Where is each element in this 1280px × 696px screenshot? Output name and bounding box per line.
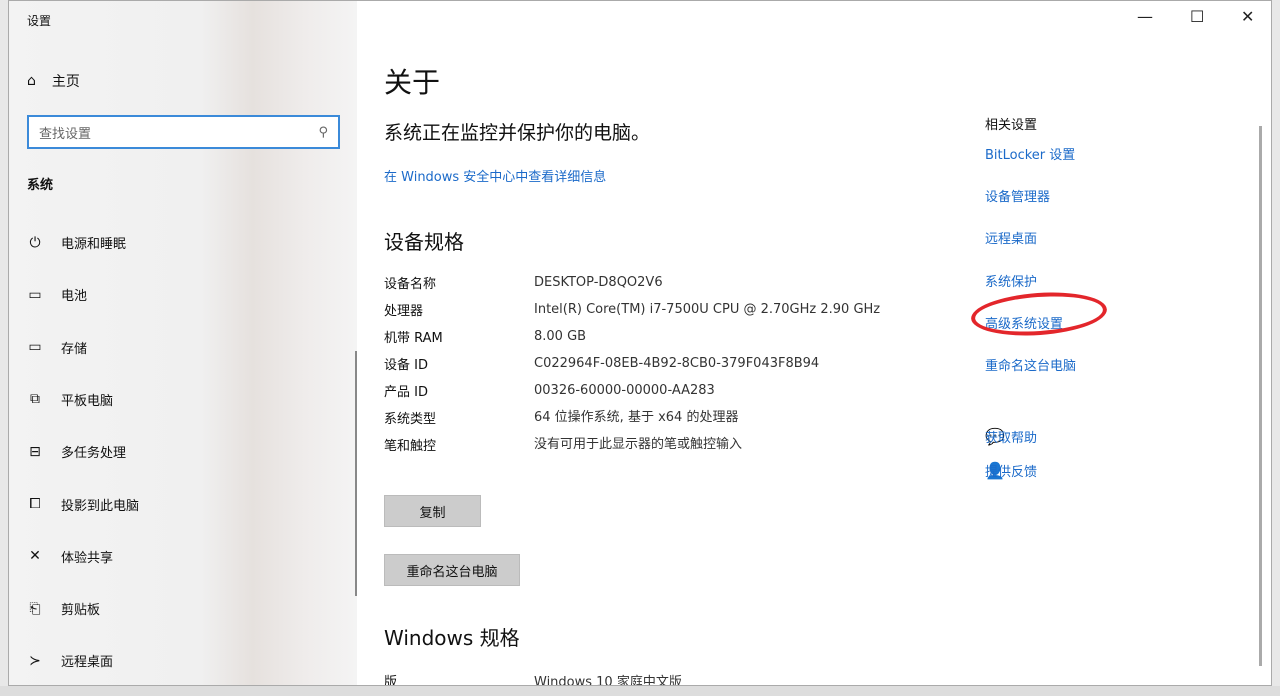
search-placeholder: 查找设置	[39, 126, 92, 142]
minimize-button[interactable]: —	[1137, 7, 1153, 26]
spec-row: 设备 ID C022964F-08EB-4B92-8CB0-379F043F8B9…	[384, 354, 884, 381]
spec-row: 设备名称 DESKTOP-D8QO2V6	[384, 273, 884, 300]
sidebar-item[interactable]: ▭ 电池	[27, 285, 88, 305]
feedback-link[interactable]: 👤 提供反馈	[985, 461, 1037, 480]
windows-spec-title: Windows 规格	[384, 626, 520, 650]
spec-label: 设备名称	[384, 277, 437, 292]
sidebar-item-label: 投影到此电脑	[61, 498, 140, 514]
spec-value: 64 位操作系统, 基于 x64 的处理器	[534, 410, 739, 425]
battery-icon: ▭	[28, 286, 42, 303]
multitasking-icon: ⊟	[29, 443, 41, 460]
related-link[interactable]: 系统保护	[985, 271, 1037, 290]
spec-value: C022964F-08EB-4B92-8CB0-379F043F8B94	[534, 356, 820, 371]
edition-label: 版本	[384, 675, 398, 686]
protection-status: 系统正在监控并保护你的电脑。	[384, 122, 651, 144]
related-link[interactable]: 设备管理器	[985, 186, 1050, 205]
feedback-label: 提供反馈	[985, 465, 1038, 480]
copy-button[interactable]: 复制	[384, 495, 481, 527]
sidebar-item[interactable]: ≻ 远程桌面	[27, 651, 114, 671]
spec-row: 机带 RAM 8.00 GB	[384, 327, 884, 354]
spec-label: 系统类型	[384, 412, 437, 427]
spec-value: Intel(R) Core(TM) i7-7500U CPU @ 2.70GHz…	[534, 302, 881, 317]
spec-value: 00326-60000-00000-AA283	[534, 383, 715, 398]
background-window-strip	[0, 686, 1280, 696]
maximize-button[interactable]: ☐	[1190, 7, 1204, 26]
sidebar-item[interactable]: ⏻ 电源和睡眠	[27, 233, 127, 253]
related-link[interactable]: BitLocker 设置	[985, 144, 1075, 163]
security-center-link[interactable]: 在 Windows 安全中心中查看详细信息	[384, 166, 606, 185]
related-title: 相关设置	[985, 118, 1038, 133]
main-scrollbar[interactable]	[1259, 126, 1262, 666]
related-link[interactable]: 重命名这台电脑	[985, 355, 1076, 374]
search-icon: ⚲	[318, 124, 328, 140]
home-icon: ⌂	[27, 73, 36, 89]
spec-value: 没有可用于此显示器的笔或触控输入	[534, 437, 743, 452]
sidebar-item-label: 存储	[61, 341, 88, 357]
sidebar-item-label: 平板电脑	[61, 393, 114, 409]
sidebar-item[interactable]: ✕ 体验共享	[27, 547, 113, 566]
sidebar-scrollbar[interactable]	[355, 351, 357, 596]
shared-experiences-icon: ✕	[29, 548, 41, 565]
tablet-icon: ⧉	[30, 391, 40, 408]
sidebar-item-label: 多任务处理	[61, 446, 127, 462]
related-link[interactable]: 远程桌面	[985, 228, 1037, 247]
sidebar: 设置 ⌂ 主页 查找设置 ⚲ 系统 ⏻ 电源和睡眠 ▭ 电池 ▭ 存储 ⧉ 平板电脑 ⊟ 多任务处理 ⧠…	[9, 1, 357, 685]
sidebar-item[interactable]: ⊟ 多任务处理	[27, 442, 127, 462]
sidebar-item[interactable]: ▭ 存储	[27, 338, 87, 357]
spec-row: 笔和触控 没有可用于此显示器的笔或触控输入	[384, 435, 884, 462]
spec-label: 笔和触控	[384, 439, 437, 454]
sidebar-item-label: 电源和睡眠	[61, 237, 127, 252]
sidebar-item-label: 电池	[61, 289, 88, 305]
sidebar-item-label: 远程桌面	[61, 655, 114, 671]
sidebar-item[interactable]: ⎗ 剪贴板	[27, 599, 101, 619]
spec-label: 机带 RAM	[384, 331, 443, 346]
spec-label: 产品 ID	[384, 385, 428, 400]
sidebar-item-home[interactable]: ⌂ 主页	[27, 71, 80, 91]
clipboard-icon: ⎗	[29, 600, 41, 617]
home-label: 主页	[51, 74, 80, 90]
project-icon: ⧠	[29, 496, 41, 512]
device-spec-title: 设备规格	[384, 230, 464, 254]
sidebar-item[interactable]: ⧉ 平板电脑	[27, 390, 113, 409]
section-heading: 系统	[27, 178, 54, 193]
remote-desktop-icon: ≻	[29, 652, 41, 669]
spec-table: 设备名称 DESKTOP-D8QO2V6 处理器 Intel(R) Core(TM) …	[384, 273, 884, 462]
red-annotation-circle	[969, 288, 1109, 340]
spec-value: 8.00 GB	[534, 329, 587, 344]
rename-pc-button[interactable]: 重命名这台电脑	[384, 554, 520, 586]
power-icon: ⏻	[29, 234, 41, 251]
sidebar-item-label: 剪贴板	[61, 603, 101, 619]
edition-value: Windows 10 家庭中文版	[534, 675, 682, 686]
help-label: 获取帮助	[985, 431, 1038, 446]
search-input[interactable]: 查找设置 ⚲	[27, 115, 340, 149]
storage-icon: ▭	[28, 339, 42, 356]
sidebar-item[interactable]: ⧠ 投影到此电脑	[27, 495, 139, 514]
settings-window: 设置 ⌂ 主页 查找设置 ⚲ 系统 ⏻ 电源和睡眠 ▭ 电池 ▭ 存储 ⧉ 平板电脑 ⊟ 多任务处理 ⧠…	[8, 0, 1272, 686]
spec-row: 处理器 Intel(R) Core(TM) i7-7500U CPU @ 2.70…	[384, 300, 884, 327]
window-title: 设置	[27, 14, 52, 28]
spec-value: DESKTOP-D8QO2V6	[534, 275, 663, 290]
spec-label: 设备 ID	[384, 358, 428, 373]
page-title: 关于	[384, 66, 441, 99]
close-button[interactable]: ✕	[1241, 7, 1254, 26]
get-help-link[interactable]: 💬 获取帮助	[985, 427, 1037, 446]
spec-row: 系统类型 64 位操作系统, 基于 x64 的处理器	[384, 408, 884, 435]
sidebar-item-label: 体验共享	[61, 550, 114, 566]
spec-label: 处理器	[384, 304, 424, 319]
spec-row: 产品 ID 00326-60000-00000-AA283	[384, 381, 884, 408]
